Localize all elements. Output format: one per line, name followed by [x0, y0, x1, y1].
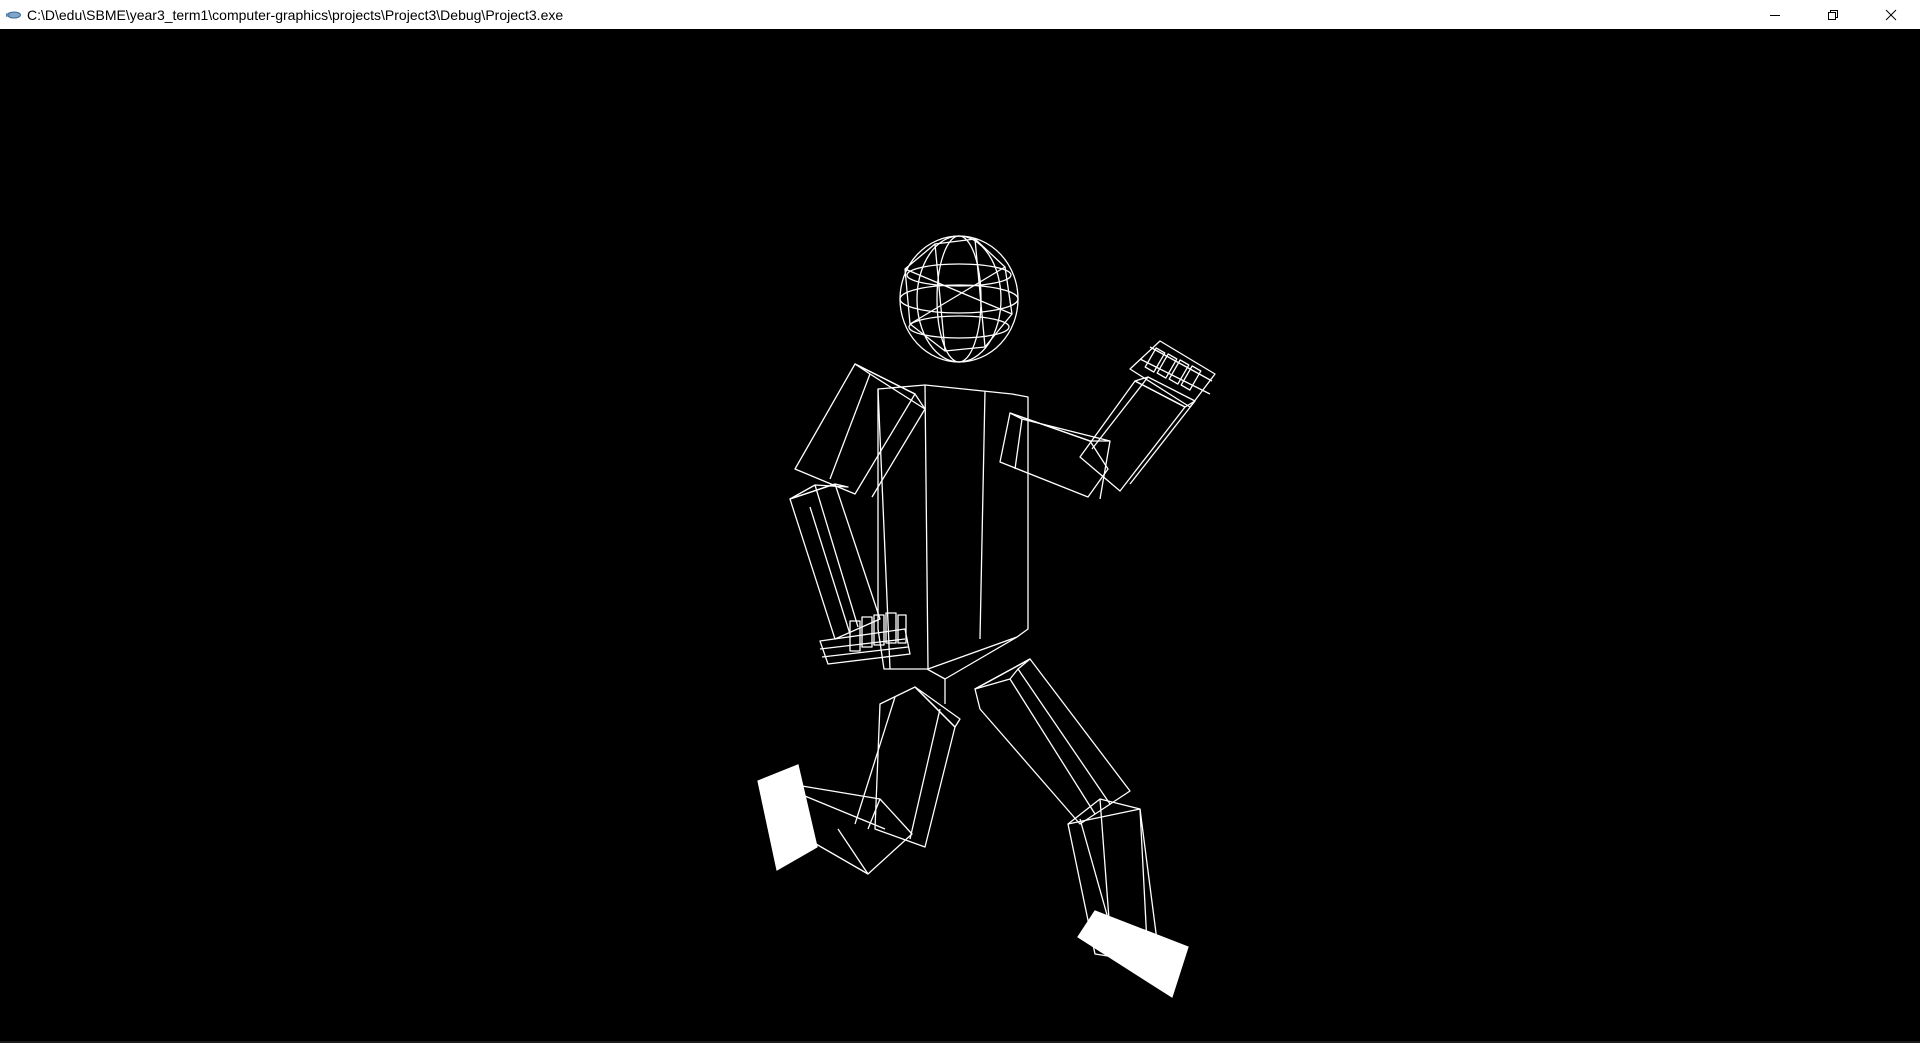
head-sphere: [899, 235, 1019, 363]
left-forearm: [789, 483, 881, 640]
right-upper-arm: [999, 412, 1111, 500]
opengl-viewport[interactable]: [0, 29, 1920, 1043]
restore-icon: [1828, 9, 1838, 20]
window-controls: [1746, 0, 1920, 29]
right-thigh: [974, 658, 1131, 825]
right-hand: [1129, 340, 1216, 408]
title-bar[interactable]: C:\D\edu\SBME\year3_term1\computer-graph…: [0, 0, 1920, 29]
wireframe-scene: [757, 235, 1216, 998]
right-forearm: [1079, 376, 1196, 492]
close-button[interactable]: [1862, 0, 1920, 29]
restore-button[interactable]: [1804, 0, 1862, 29]
app-icon[interactable]: [3, 0, 23, 29]
close-icon: [1885, 9, 1897, 20]
application-window: C:\D\edu\SBME\year3_term1\computer-graph…: [0, 0, 1920, 1043]
window-title: C:\D\edu\SBME\year3_term1\computer-graph…: [27, 6, 564, 23]
minimize-icon: [1770, 14, 1780, 16]
left-foot: [757, 764, 818, 871]
left-upper-arm: [794, 363, 926, 498]
left-hand: [819, 612, 911, 665]
minimize-button[interactable]: [1746, 0, 1804, 29]
